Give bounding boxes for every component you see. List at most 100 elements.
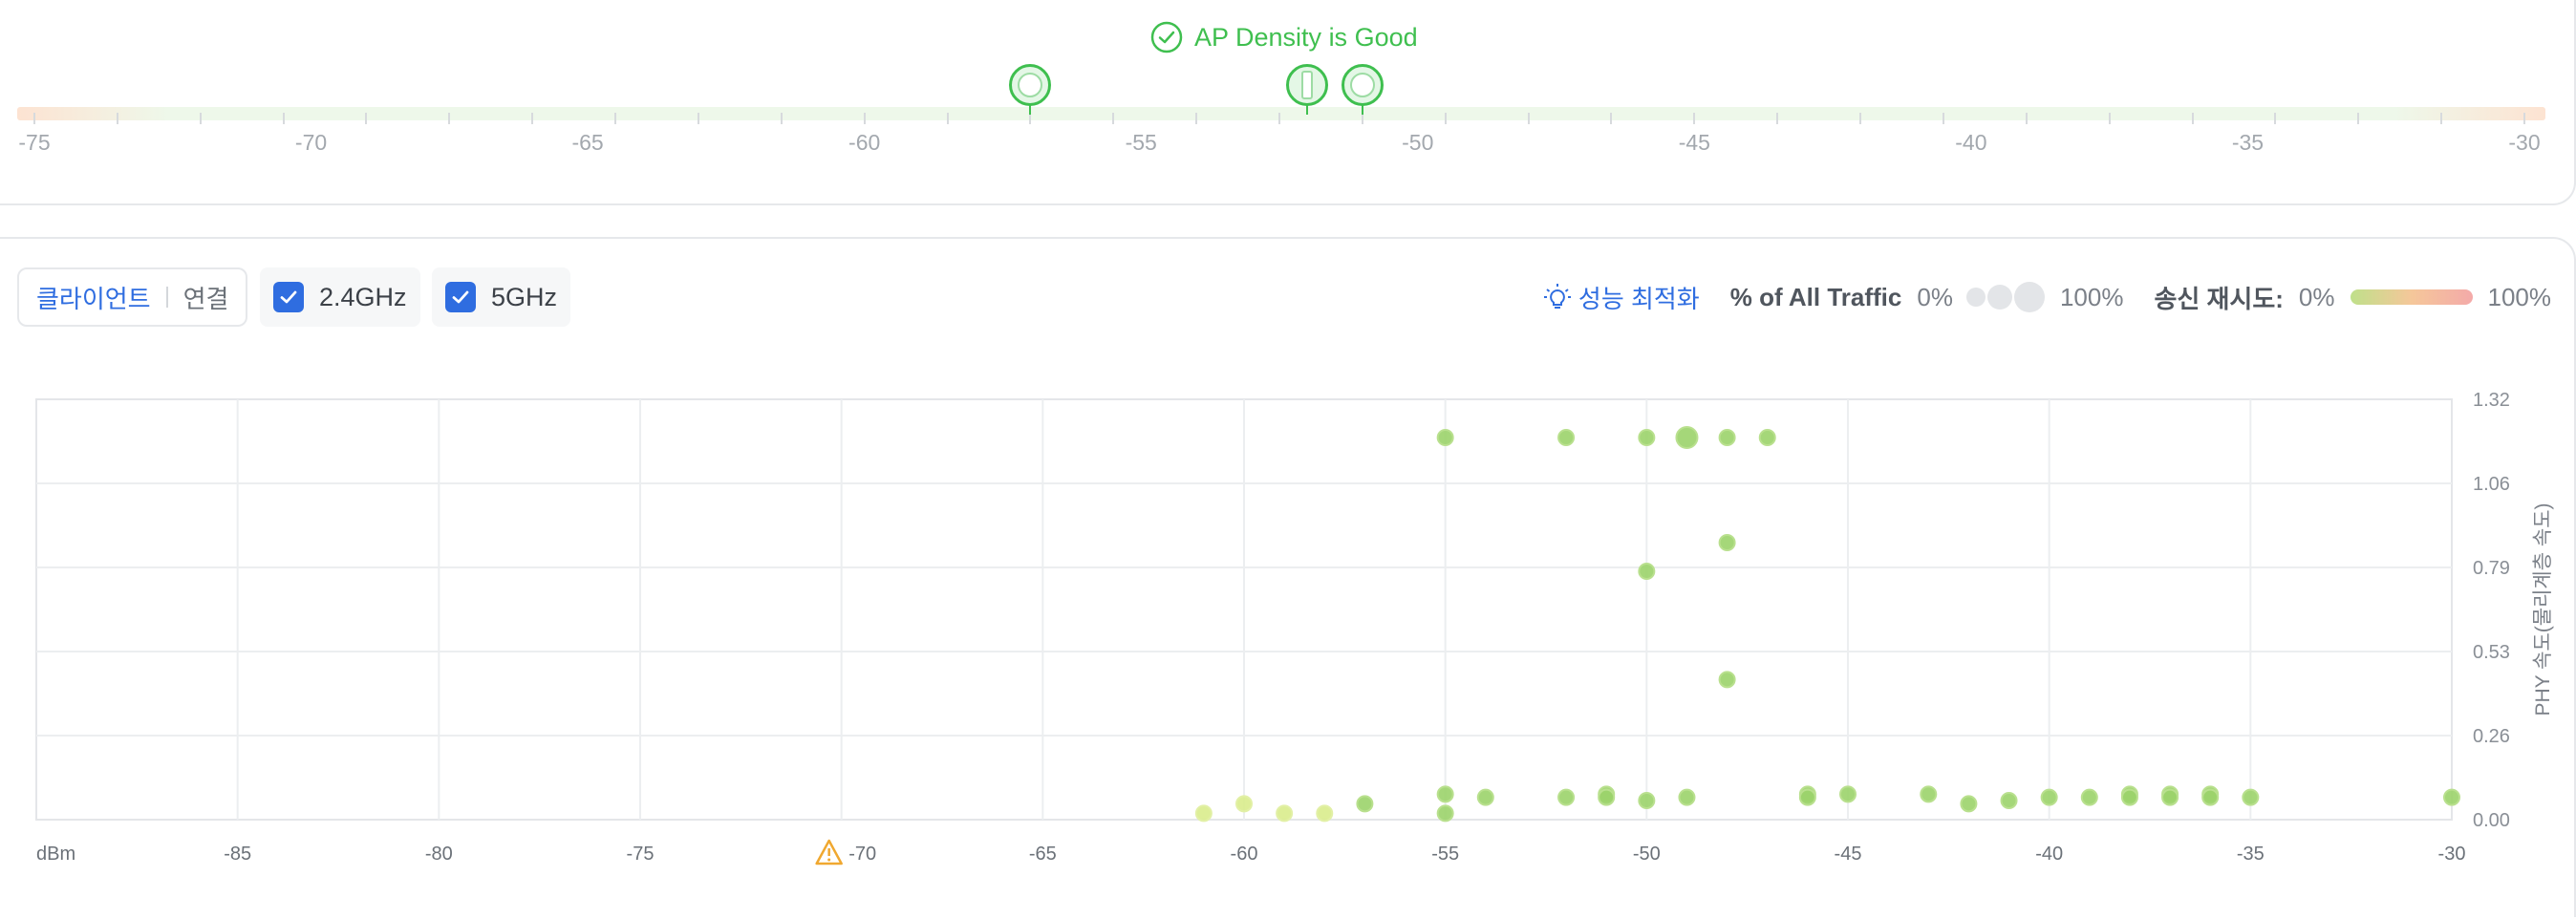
ap-bar-icon[interactable]	[1285, 64, 1328, 106]
traffic-size-scale	[1965, 282, 2047, 312]
y-tick-label: 0.53	[2473, 642, 2510, 663]
density-tick	[1859, 113, 1862, 124]
ap-density-panel: AP Density is Good -75 -70 -65 -60 -55 -50 -45…	[0, 0, 2576, 205]
density-tick	[1776, 113, 1779, 124]
optimize-button[interactable]: 성능 최적화	[1542, 280, 1700, 315]
data-point[interactable]	[1960, 795, 1978, 813]
density-tick	[863, 113, 866, 124]
data-point[interactable]	[1235, 795, 1253, 813]
density-tick	[697, 113, 699, 124]
y-tick-label: 1.06	[2473, 474, 2510, 495]
data-point[interactable]	[1678, 788, 1696, 806]
data-point[interactable]	[1718, 534, 1736, 551]
density-scale-label: -30	[2508, 130, 2541, 155]
client-tab[interactable]: 클라이언트	[36, 280, 151, 315]
traffic-max: 100%	[2059, 282, 2124, 311]
band-24-checkbox[interactable]: 2.4GHz	[260, 267, 420, 327]
y-tick-label: 0.79	[2473, 558, 2510, 579]
density-scale-label: -55	[1125, 130, 1157, 155]
phy-rate-scatter-chart: 0.00 0.26 0.53 0.79 1.06 1.32 dBm -85 -80 -75 -70 -…	[35, 390, 2554, 866]
x-tick-label: -30	[2438, 844, 2466, 865]
ap-disc-icon[interactable]	[1341, 64, 1384, 106]
density-tick	[1278, 113, 1280, 124]
data-point[interactable]	[1436, 429, 1454, 446]
data-point[interactable]	[2443, 788, 2460, 806]
retry-gradient-bar	[2350, 289, 2473, 305]
x-tick-label: -75	[627, 844, 655, 865]
density-tick	[946, 113, 949, 124]
data-point[interactable]	[1557, 788, 1576, 806]
data-point[interactable]	[1476, 788, 1494, 806]
y-tick-label: 1.32	[2473, 390, 2510, 411]
check-circle-icon	[1150, 21, 1183, 53]
density-tick	[1444, 113, 1447, 124]
density-tick	[1112, 113, 1115, 124]
density-scale-label: -50	[1402, 130, 1434, 155]
retry-max: 100%	[2487, 282, 2552, 311]
data-point[interactable]	[1557, 429, 1576, 446]
density-tick	[2357, 113, 2360, 124]
toggle-divider	[165, 287, 168, 308]
density-tick	[1195, 113, 1198, 124]
density-tick	[614, 113, 617, 124]
density-tick	[2108, 113, 2111, 124]
data-point[interactable]	[1436, 785, 1454, 803]
density-tick	[2274, 113, 2277, 124]
density-tick	[1942, 113, 1944, 124]
data-point[interactable]	[1194, 804, 1213, 823]
density-status-text: AP Density is Good	[1194, 22, 1418, 52]
data-point[interactable]	[2242, 788, 2260, 806]
data-point[interactable]	[1638, 429, 1656, 446]
density-ticks	[0, 107, 2576, 130]
checkbox-checked-icon	[445, 282, 476, 312]
data-point[interactable]	[1316, 804, 1334, 823]
ap-disc-icon[interactable]	[1009, 64, 1052, 106]
data-point[interactable]	[1839, 785, 1857, 803]
data-point[interactable]	[1356, 795, 1374, 813]
data-point[interactable]	[2120, 788, 2138, 806]
data-point[interactable]	[1638, 792, 1656, 809]
data-point[interactable]	[1638, 563, 1656, 580]
density-tick	[1693, 113, 1696, 124]
y-axis-label: PHY 속도(물리계층 속도)	[2532, 502, 2554, 716]
x-tick-label: -45	[1835, 844, 1862, 865]
density-scale-label: -40	[1955, 130, 1987, 155]
density-tick	[2523, 113, 2525, 124]
connection-tab[interactable]: 연결	[183, 280, 229, 315]
x-tick-label: -80	[425, 844, 453, 865]
data-point[interactable]	[1675, 426, 1699, 449]
legend-controls: 성능 최적화 % of All Traffic 0% 100% 송신 재시도: …	[1542, 267, 2551, 327]
density-scale-label: -70	[294, 130, 328, 155]
density-tick	[282, 113, 285, 124]
data-point[interactable]	[1436, 804, 1454, 823]
data-point[interactable]	[2000, 792, 2018, 809]
x-tick-label: -85	[224, 844, 251, 865]
x-tick-label: -70	[848, 844, 876, 865]
traffic-min: 0%	[1917, 282, 1953, 311]
data-point[interactable]	[1798, 788, 1816, 806]
checkbox-checked-icon	[273, 282, 304, 312]
y-tick-label: 0.00	[2473, 810, 2510, 831]
data-point[interactable]	[1718, 429, 1736, 446]
y-tick-label: 0.26	[2473, 726, 2510, 747]
density-scale-label: -35	[2231, 130, 2265, 155]
data-point[interactable]	[2040, 788, 2058, 806]
density-scale-label: -45	[1678, 130, 1710, 155]
data-point[interactable]	[1718, 671, 1736, 689]
data-point[interactable]	[2080, 788, 2098, 806]
density-tick	[448, 113, 451, 124]
band-5-label: 5GHz	[491, 282, 558, 311]
data-point[interactable]	[1276, 804, 1294, 823]
x-tick-label: -55	[1431, 844, 1459, 865]
density-tick	[365, 113, 368, 124]
data-point[interactable]	[1598, 788, 1616, 806]
density-scale-label: -65	[571, 130, 604, 155]
data-point[interactable]	[1758, 429, 1776, 446]
retry-min: 0%	[2298, 282, 2335, 311]
data-point[interactable]	[1920, 785, 1938, 803]
warning-icon	[815, 839, 843, 866]
data-point[interactable]	[2161, 788, 2179, 806]
band-5-checkbox[interactable]: 5GHz	[432, 267, 571, 327]
density-tick	[1527, 113, 1530, 124]
data-point[interactable]	[2201, 788, 2220, 806]
